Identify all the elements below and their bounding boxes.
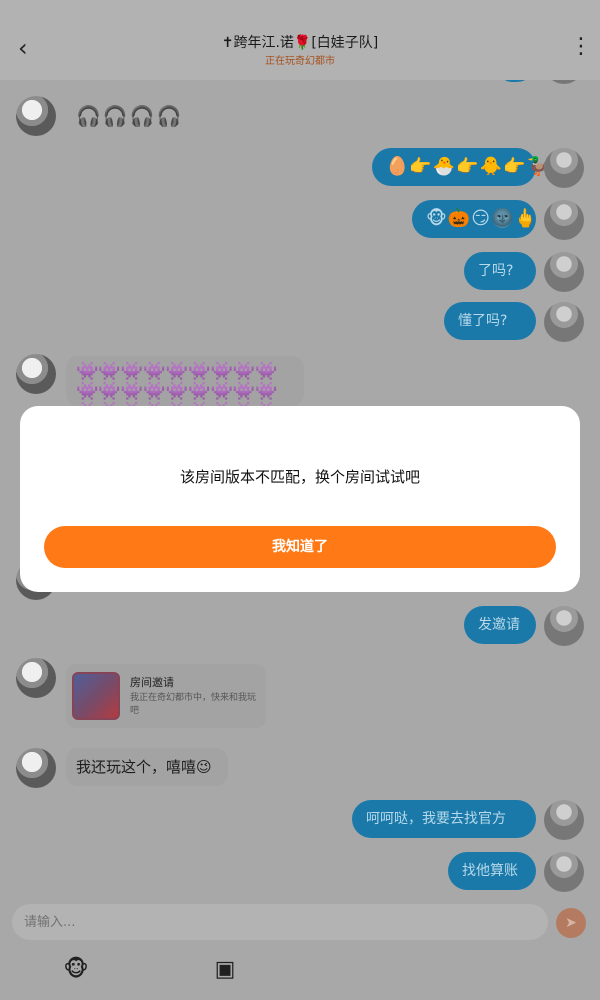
message-bubble-emoji-1: 🥚👉🐣👉🐥👉🦆 [372,148,549,186]
chat-title: ✝跨年江.诺🌹[白娃子队] [221,35,379,51]
dialog-message: 该房间版本不匹配，换个房间试试吧 [179,468,420,486]
message-bubble-settle: 找他算账 [448,852,536,890]
avatar[interactable] [16,748,56,788]
message-bubble-official: 呵呵哒，我要去找官方 [352,800,536,838]
avatar[interactable] [16,96,56,136]
emoji-face-icon[interactable]: 🐵 [62,956,90,984]
message-bubble-understand: 了吗? [464,252,536,290]
image-picker-icon[interactable]: ▣ [211,956,239,984]
invite-title: 房间邀请 [130,676,174,689]
game-thumbnail [72,672,120,720]
avatar[interactable] [16,658,56,698]
chat-status: 正在玩奇幻都市 [265,56,335,67]
avatar[interactable] [544,252,584,292]
message-bubble-headphones: 🎧🎧🎧🎧 [76,104,184,128]
input-bar: ➤ 🐵 ▣ [0,900,600,1000]
avatar[interactable] [544,148,584,188]
message-bubble-invaders: 👾👾👾👾👾👾👾👾👾👾👾👾👾👾👾👾👾👾👾👾👾👾👾👾👾👾👾👾👾 [66,356,304,406]
message-bubble-still-playing: 我还玩这个，嘻嘻😉 [66,748,228,786]
avatar[interactable] [544,200,584,240]
version-mismatch-dialog: 该房间版本不匹配，换个房间试试吧 我知道了 [20,406,580,592]
invite-description: 我正在奇幻都市中，快来和我玩吧 [130,693,257,716]
avatar[interactable] [544,302,584,342]
avatar[interactable] [544,606,584,646]
avatar[interactable] [544,800,584,840]
message-bubble-understood: 懂了吗? [444,302,536,340]
message-input[interactable] [12,904,548,940]
room-invite-card[interactable]: 房间邀请 我正在奇幻都市中，快来和我玩吧 [66,664,266,728]
more-options-icon[interactable]: ⋮ [570,36,592,58]
acknowledge-button[interactable]: 我知道了 [44,526,556,568]
avatar[interactable] [544,852,584,892]
message-bubble-send-invite: 发邀请 [464,606,536,644]
chat-header: ‹ ✝跨年江.诺🌹[白娃子队] 正在玩奇幻都市 ⋮ [0,0,600,80]
avatar[interactable] [16,354,56,394]
send-icon[interactable]: ➤ [556,908,586,938]
message-bubble-emoji-2: 🐵🎃😏🌚🖕 [412,200,537,238]
